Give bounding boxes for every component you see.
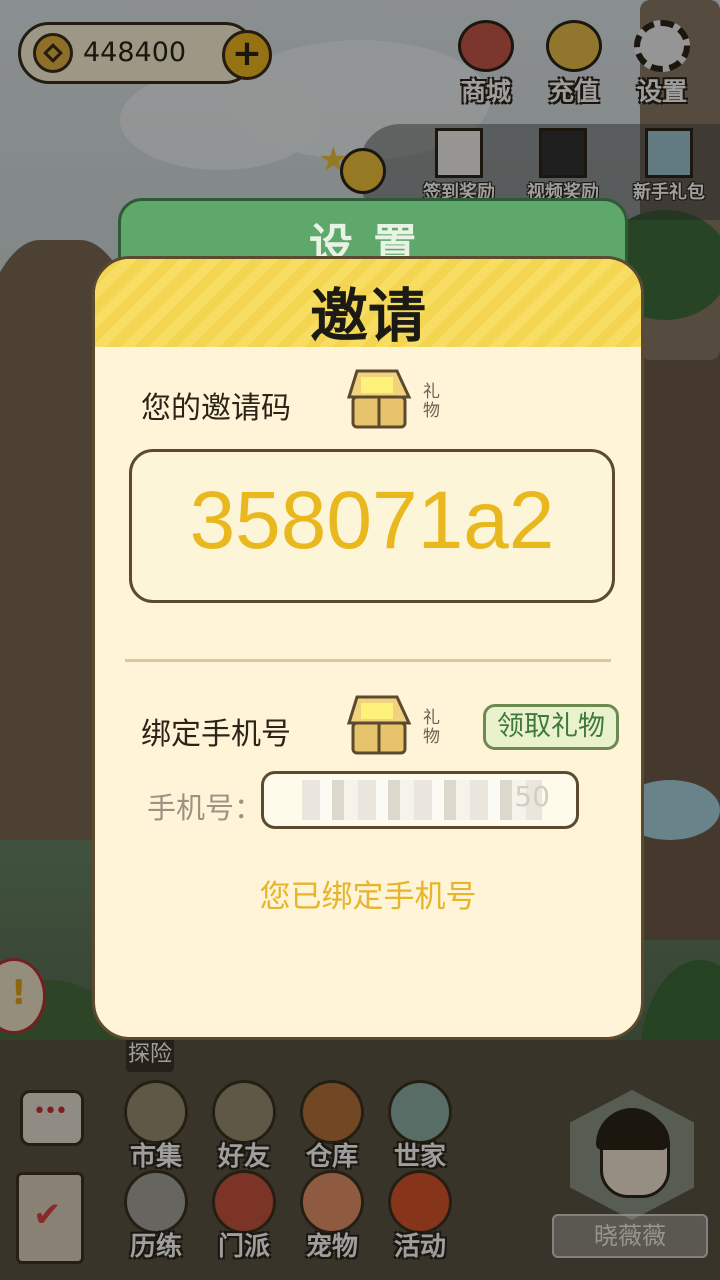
dialog-title: 邀请 [309, 282, 426, 350]
divider [125, 659, 611, 662]
phone-visible-digits: 50 [514, 780, 550, 813]
claim-gift-button[interactable]: 领取礼物 [483, 704, 619, 750]
gift-chest-icon[interactable] [339, 363, 419, 433]
gift-chest-icon[interactable] [339, 689, 419, 759]
gift-tag: 礼物 [423, 382, 440, 421]
phone-input[interactable]: 50 [261, 771, 579, 829]
invite-code: 358071a2 [189, 475, 555, 566]
bound-status-message: 您已绑定手机号 [259, 879, 477, 915]
invite-dialog: 邀请 您的邀请码 礼物 358071a2 绑定手机号 礼物 领取礼物 手机号： … [92, 256, 644, 1040]
invite-code-label: 您的邀请码 [141, 391, 291, 426]
masked-phone-number [302, 780, 542, 820]
phone-label: 手机号： [147, 791, 264, 825]
invite-code-box[interactable]: 358071a2 [129, 449, 615, 603]
gift-tag: 礼物 [423, 708, 440, 747]
bind-phone-label: 绑定手机号 [141, 717, 291, 752]
